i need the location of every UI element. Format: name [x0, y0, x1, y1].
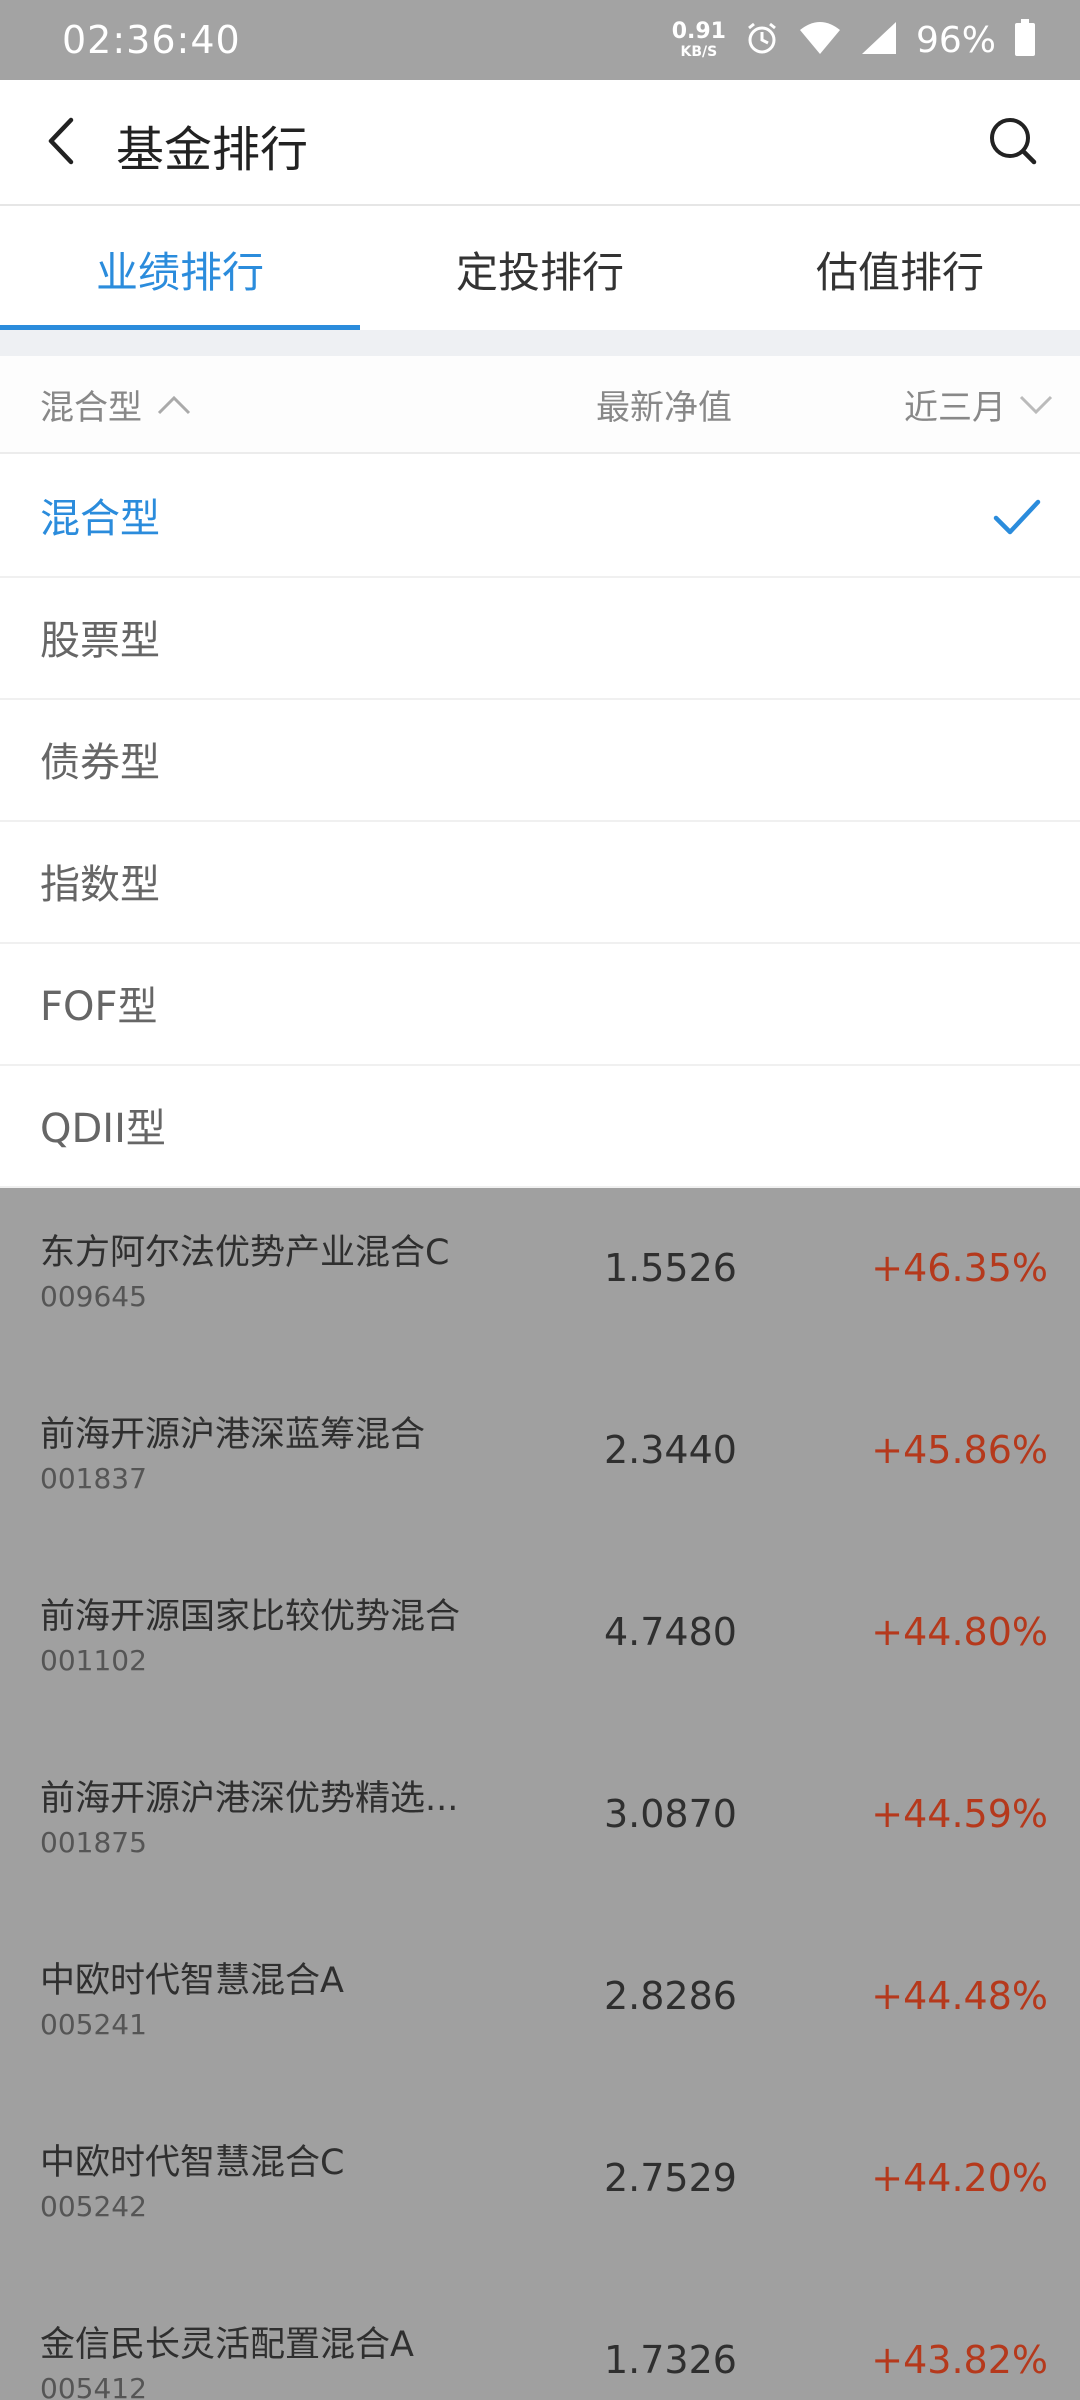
battery-level: 96% [915, 19, 996, 61]
back-button[interactable] [30, 110, 90, 176]
ranking-tabs: 业绩排行 定投排行 估值排行 [0, 208, 1080, 330]
fund-list-overlay[interactable]: 东方阿尔法优势产业混合C 009645 1.5526 +46.35% 前海开源沪… [0, 1188, 1080, 2400]
fund-row[interactable]: 前海开源沪港深优势精选... 001875 3.0870 +44.59% [0, 1734, 1080, 1916]
fund-row[interactable]: 中欧时代智慧混合C 005242 2.7529 +44.20% [0, 2098, 1080, 2280]
tab-performance-ranking[interactable]: 业绩排行 [0, 208, 360, 330]
dropdown-option-qdii[interactable]: QDII型 [0, 1066, 1080, 1188]
dropdown-option-fof[interactable]: FOF型 [0, 944, 1080, 1066]
fund-nav: 2.8286 [604, 1974, 737, 2018]
dropdown-option-hybrid[interactable]: 混合型 [0, 456, 1080, 578]
dropdown-option-label: 指数型 [40, 862, 160, 908]
fund-change: +45.86% [871, 1428, 1048, 1472]
fund-row[interactable]: 东方阿尔法优势产业混合C 009645 1.5526 +46.35% [0, 1188, 1080, 1370]
search-icon [988, 116, 1038, 170]
page-title: 基金排行 [116, 122, 309, 178]
fund-name: 前海开源沪港深蓝筹混合 [40, 1415, 426, 1455]
fund-nav: 4.7480 [604, 1610, 737, 1654]
fund-code: 001102 [40, 1644, 147, 1677]
dropdown-option-label: 混合型 [40, 496, 160, 542]
fund-nav: 1.5526 [604, 1246, 737, 1290]
dropdown-option-label: FOF型 [40, 984, 158, 1030]
fund-change: +44.48% [871, 1974, 1048, 2018]
wifi-icon [798, 20, 842, 60]
fund-change: +43.82% [871, 2338, 1048, 2382]
fund-change: +46.35% [871, 1246, 1048, 1290]
network-speed-unit: KB/S [680, 44, 718, 60]
dropdown-option-stock[interactable]: 股票型 [0, 578, 1080, 700]
fund-name: 金信民长灵活配置混合A [40, 2325, 414, 2365]
app-header: 基金排行 [0, 80, 1080, 206]
signal-icon [860, 20, 898, 60]
fund-code: 005241 [40, 2008, 147, 2041]
fund-nav: 3.0870 [604, 1792, 737, 1836]
column-header: 混合型 最新净值 近三月 [0, 356, 1080, 454]
status-bar: 02:36:40 0.91 KB/S 96% [0, 0, 1080, 80]
dropdown-option-label: QDII型 [40, 1106, 166, 1152]
fund-type-filter-label: 混合型 [40, 388, 142, 428]
fund-row[interactable]: 前海开源沪港深蓝筹混合 001837 2.3440 +45.86% [0, 1370, 1080, 1552]
chevron-down-icon [1018, 385, 1054, 425]
tab-valuation-ranking[interactable]: 估值排行 [720, 208, 1080, 330]
tab-sip-ranking[interactable]: 定投排行 [360, 208, 720, 330]
period-filter[interactable]: 近三月 [904, 380, 1054, 429]
fund-name: 东方阿尔法优势产业混合C [40, 1233, 450, 1273]
fund-nav: 2.7529 [604, 2156, 737, 2200]
search-button[interactable] [980, 110, 1046, 176]
fund-name: 中欧时代智慧混合A [40, 1961, 344, 2001]
period-filter-label: 近三月 [904, 388, 1006, 428]
fund-code: 005242 [40, 2190, 147, 2223]
fund-name: 前海开源沪港深优势精选... [40, 1779, 459, 1819]
network-speed-value: 0.91 [671, 19, 726, 44]
column-latest-nav[interactable]: 最新净值 [596, 380, 732, 429]
fund-row[interactable]: 前海开源国家比较优势混合 001102 4.7480 +44.80% [0, 1552, 1080, 1734]
chevron-up-icon [156, 385, 192, 425]
dropdown-option-bond[interactable]: 债券型 [0, 700, 1080, 822]
fund-name: 中欧时代智慧混合C [40, 2143, 345, 2183]
fund-nav: 1.7326 [604, 2338, 737, 2382]
section-divider [0, 330, 1080, 356]
checkmark-icon [992, 494, 1042, 540]
status-time: 02:36:40 [62, 18, 241, 62]
battery-icon [1014, 19, 1036, 61]
chevron-left-icon [43, 116, 77, 170]
fund-code: 009645 [40, 1280, 147, 1313]
fund-change: +44.80% [871, 1610, 1048, 1654]
dropdown-option-label: 债券型 [40, 740, 160, 786]
fund-row[interactable]: 中欧时代智慧混合A 005241 2.8286 +44.48% [0, 1916, 1080, 2098]
fund-row[interactable]: 金信民长灵活配置混合A 005412 1.7326 +43.82% [0, 2280, 1080, 2400]
fund-code: 001875 [40, 1826, 147, 1859]
fund-code: 005412 [40, 2372, 147, 2400]
status-indicators: 0.91 KB/S 96% [672, 14, 1036, 66]
fund-code: 001837 [40, 1462, 147, 1495]
network-speed: 0.91 KB/S [671, 19, 726, 60]
fund-change: +44.59% [871, 1792, 1048, 1836]
fund-type-dropdown: 混合型 股票型 债券型 指数型 FOF型 QDII型 [0, 456, 1080, 1188]
fund-name: 前海开源国家比较优势混合 [40, 1597, 461, 1637]
fund-type-filter[interactable]: 混合型 [40, 380, 192, 429]
alarm-icon [744, 20, 780, 60]
dropdown-option-index[interactable]: 指数型 [0, 822, 1080, 944]
fund-change: +44.20% [871, 2156, 1048, 2200]
dropdown-option-label: 股票型 [40, 618, 160, 664]
fund-nav: 2.3440 [604, 1428, 737, 1472]
